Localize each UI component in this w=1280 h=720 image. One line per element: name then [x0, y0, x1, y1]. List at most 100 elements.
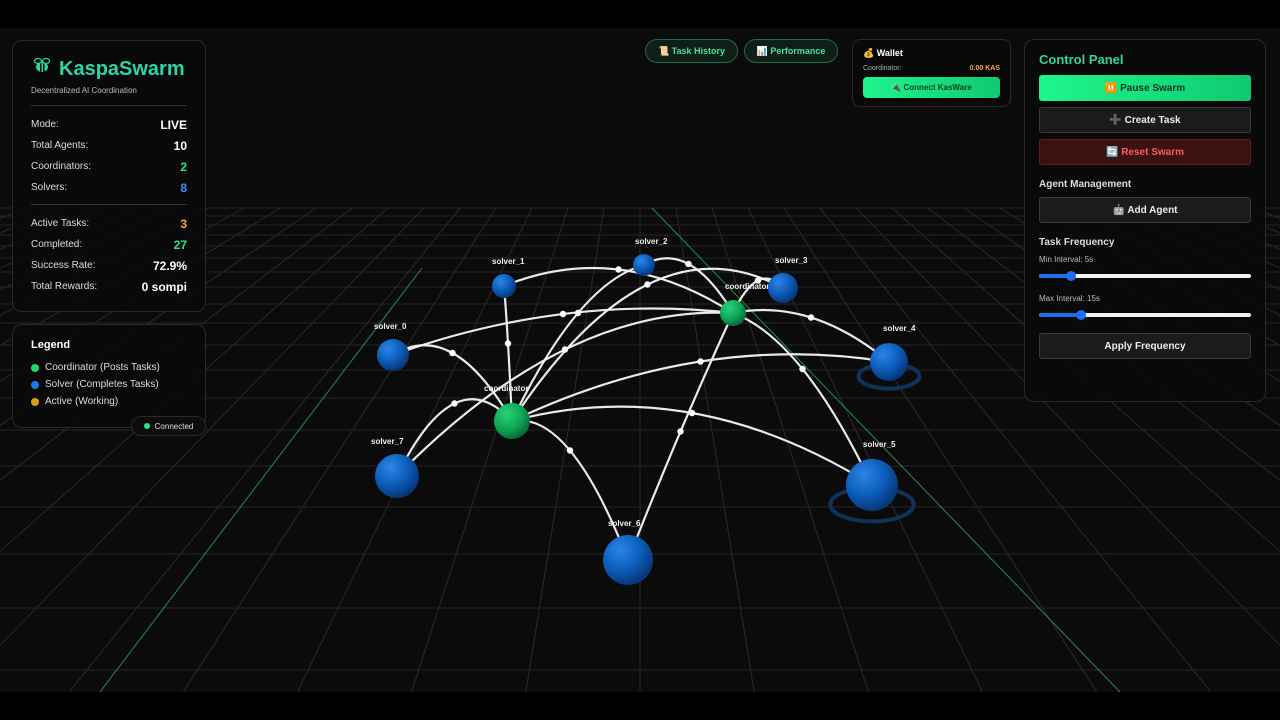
agent-node-solver-2[interactable]: solver_2 [633, 237, 668, 276]
stat-label: Coordinators: [31, 161, 92, 172]
grid-line [675, 207, 755, 692]
stat-value: 10 [173, 138, 187, 153]
max-interval-slider-thumb[interactable] [1076, 310, 1087, 320]
node-label: solver_5 [863, 440, 896, 449]
agent-node-solver-4[interactable]: solver_4 [856, 324, 922, 391]
task-packet [504, 340, 512, 347]
divider [31, 105, 187, 106]
stat-label: Total Agents: [31, 140, 89, 151]
wallet-coordinator-label: Coordinator: [863, 65, 902, 72]
reset-swarm-label: 🔄 Reset Swarm [1105, 146, 1185, 158]
min-interval-slider[interactable] [1039, 270, 1251, 282]
agent-node-solver-7[interactable]: solver_7 [371, 437, 419, 498]
node-label: coordinator [484, 384, 528, 393]
task-connection [502, 285, 514, 422]
stat-label: Success Rate: [31, 260, 96, 271]
active-dot-icon [31, 397, 39, 406]
stat-label: Completed: [31, 239, 83, 250]
stat-value: LIVE [160, 117, 187, 132]
legend-label: Active (Working) [45, 396, 119, 407]
agent-nodes: coordinatorcoordinator_1solver_0solver_1… [371, 237, 922, 585]
apply-frequency-button[interactable]: Apply Frequency [1039, 333, 1251, 359]
brand: KaspaSwarm [31, 55, 187, 83]
legend-panel: Legend Coordinator (Posts Tasks) Solver … [12, 324, 206, 428]
task-connection [503, 266, 734, 314]
bee-icon [31, 55, 53, 83]
performance-label: 📊 Performance [756, 45, 826, 56]
legend-label: Solver (Completes Tasks) [45, 379, 159, 390]
task-packet [561, 346, 569, 353]
wallet-coordinator-amount: 0.00 KAS [969, 65, 1000, 72]
node-label: solver_0 [374, 322, 407, 331]
grid-line [525, 207, 605, 692]
bottom-letterbox [0, 692, 1280, 720]
agent-node-solver-5[interactable]: solver_5 [828, 440, 916, 524]
task-packet [697, 358, 704, 365]
apply-frequency-label: Apply Frequency [1104, 340, 1186, 352]
status-dot-icon [143, 423, 150, 429]
slider-fill [1039, 313, 1082, 317]
stat-coordinators: Coordinators: 2 [31, 156, 187, 177]
task-history-label: 📜 Task History [657, 45, 726, 56]
stat-value: 2 [180, 159, 187, 174]
stat-total-agents: Total Agents: 10 [31, 135, 187, 156]
add-agent-button[interactable]: 🤖 Add Agent [1039, 197, 1251, 223]
stats-panel: KaspaSwarm Decentralized AI Coordination… [12, 40, 206, 312]
grid-line [411, 207, 569, 692]
solver-sphere [870, 343, 908, 381]
create-task-button[interactable]: ➕ Create Task [1039, 107, 1251, 133]
node-label: solver_2 [635, 237, 668, 246]
legend-item-active: Active (Working) [31, 393, 187, 410]
task-frequency-title: Task Frequency [1039, 237, 1115, 248]
task-connection [626, 312, 734, 561]
pause-swarm-label: ⏸️ Pause Swarm [1104, 82, 1186, 94]
performance-button[interactable]: 📊 Performance [744, 39, 838, 63]
task-packet [451, 400, 458, 407]
control-panel: Control Panel ⏸️ Pause Swarm ➕ Create Ta… [1024, 39, 1266, 402]
agent-node-solver-3[interactable]: solver_3 [768, 256, 808, 303]
stat-value: 72.9% [152, 258, 187, 273]
task-packet [807, 314, 815, 321]
legend-label: Coordinator (Posts Tasks) [45, 362, 160, 373]
divider [31, 204, 187, 205]
stat-value: 3 [180, 216, 187, 231]
stat-active-tasks: Active Tasks: 3 [31, 213, 187, 234]
legend-item-solver: Solver (Completes Tasks) [31, 376, 187, 393]
legend-title: Legend [31, 339, 71, 351]
stat-value: 0 sompi [141, 279, 187, 294]
agent-node-solver-1[interactable]: solver_1 [492, 257, 525, 298]
solver-sphere [603, 535, 653, 585]
coordinator-sphere [494, 403, 530, 439]
stat-value: 8 [180, 180, 187, 195]
stat-solvers: Solvers: 8 [31, 177, 187, 198]
connection-status-badge: Connected [131, 416, 206, 436]
min-interval-label: Min Interval: 5s [1039, 255, 1094, 264]
agent-management-title: Agent Management [1039, 179, 1132, 190]
solver-sphere [846, 459, 898, 511]
wallet-coordinator-row: Coordinator: 0.00 KAS [863, 65, 1000, 72]
top-letterbox [0, 0, 1280, 28]
task-packet [799, 365, 806, 373]
legend-item-coordinator: Coordinator (Posts Tasks) [31, 359, 187, 376]
agent-node-solver-0[interactable]: solver_0 [374, 322, 409, 371]
node-label: solver_3 [775, 256, 808, 265]
task-packet [566, 447, 574, 454]
connect-kasware-button[interactable]: 🔌 Connect KasWare [863, 77, 1000, 98]
max-interval-slider[interactable] [1039, 309, 1251, 321]
node-label: solver_1 [492, 257, 525, 266]
task-packet [559, 310, 567, 318]
reset-swarm-button[interactable]: 🔄 Reset Swarm [1039, 139, 1251, 165]
agent-node-coordinator[interactable]: coordinator [484, 384, 530, 439]
control-panel-title: Control Panel [1039, 52, 1124, 67]
stat-completed: Completed: 27 [31, 234, 187, 255]
task-connection [511, 419, 630, 561]
pause-swarm-button[interactable]: ⏸️ Pause Swarm [1039, 75, 1251, 101]
node-label: solver_4 [883, 324, 916, 333]
task-history-button[interactable]: 📜 Task History [645, 39, 738, 63]
solver-sphere [768, 273, 798, 303]
wallet-panel: 💰 Wallet Coordinator: 0.00 KAS 🔌 Connect … [852, 39, 1011, 107]
min-interval-slider-thumb[interactable] [1065, 271, 1076, 281]
connection-status-label: Connected [154, 421, 194, 431]
agent-node-solver-6[interactable]: solver_6 [603, 519, 653, 585]
stat-success-rate: Success Rate: 72.9% [31, 255, 187, 276]
